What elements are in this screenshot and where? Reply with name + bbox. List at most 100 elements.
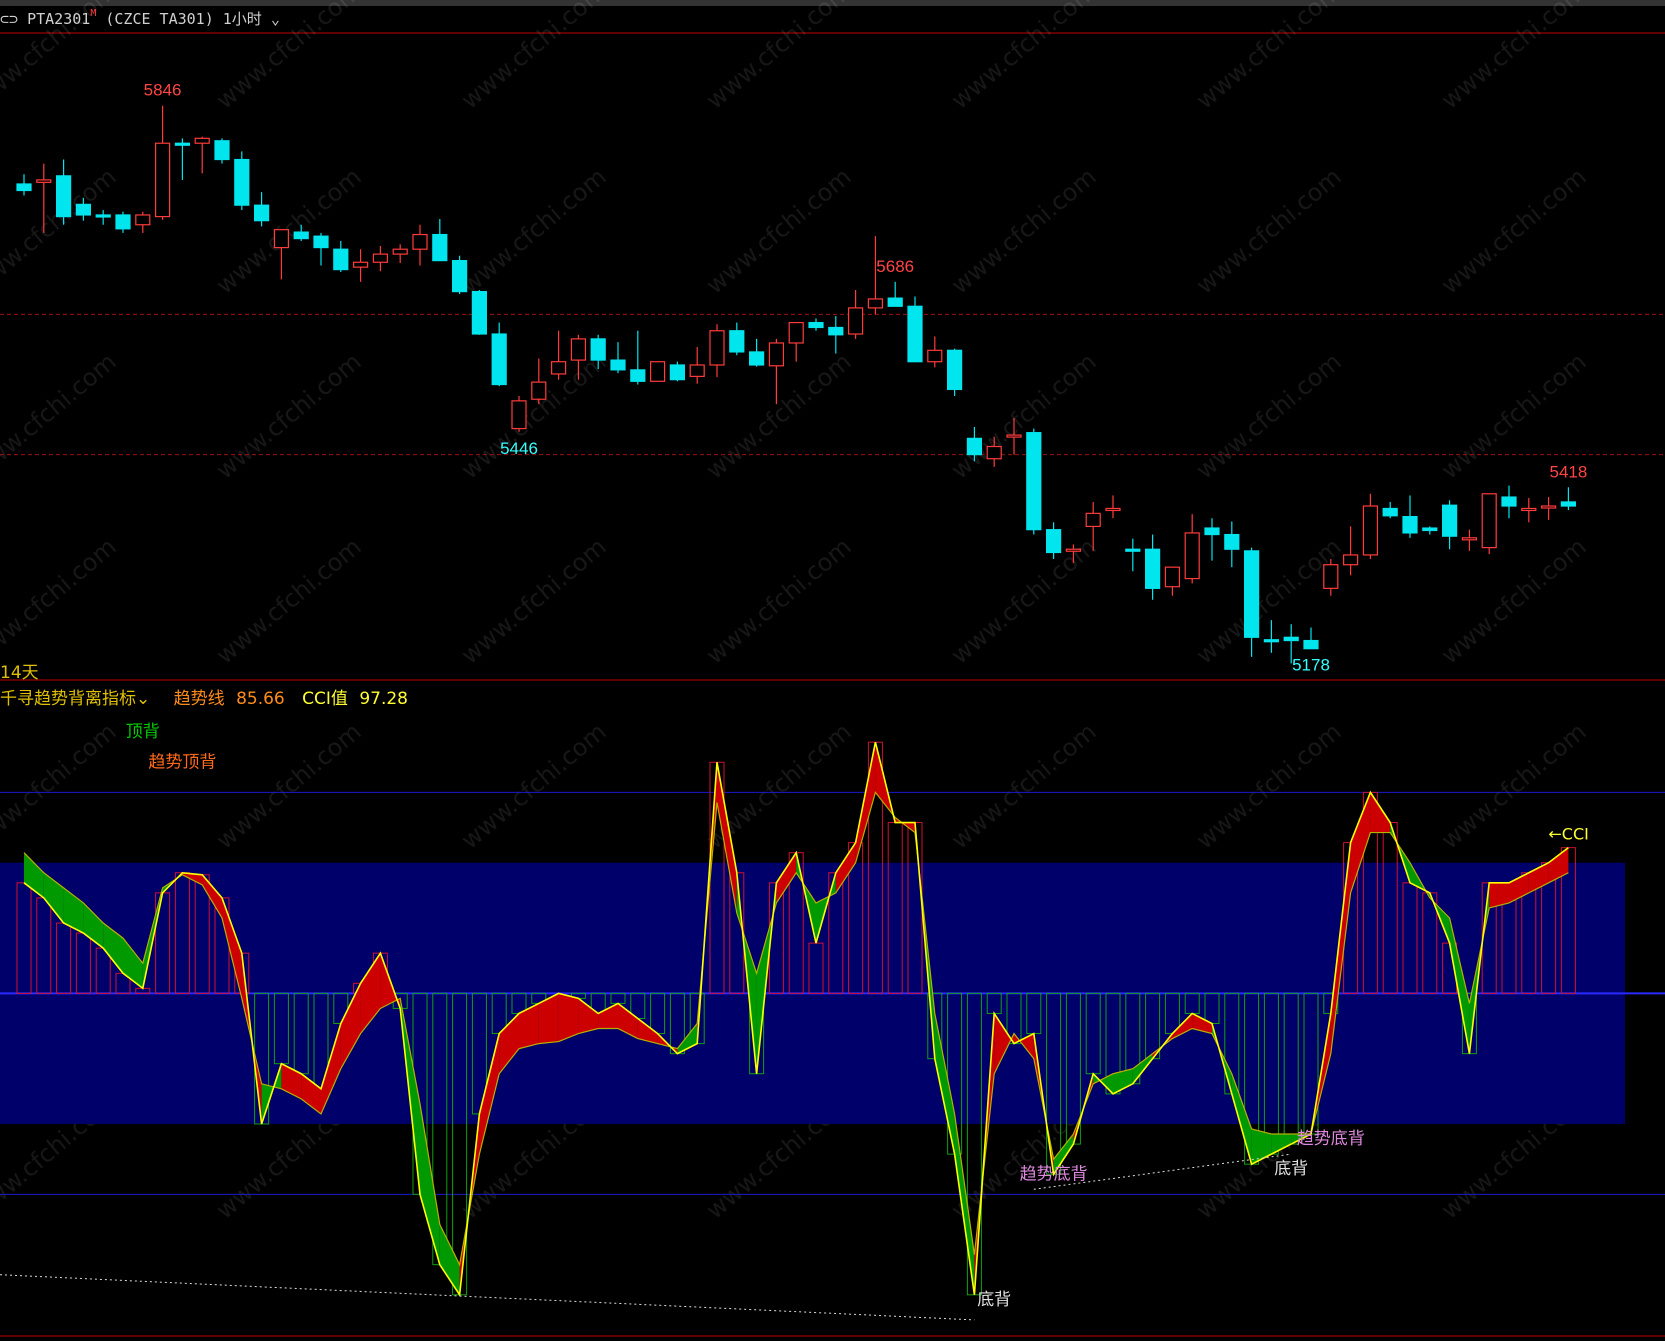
watermark-text: www.cfchi.com (946, 532, 1102, 669)
watermark-text: www.cfchi.com (0, 532, 122, 669)
watermark-text: www.cfchi.com (456, 347, 612, 484)
divergence-signal-label: 底背 (1274, 1159, 1308, 1179)
candle-down (1382, 507, 1398, 517)
candle-down (1204, 527, 1220, 536)
candle-down (174, 142, 190, 146)
candle-up (372, 253, 388, 263)
watermark-text: www.cfchi.com (1191, 0, 1347, 115)
watermark-text: www.cfchi.com (456, 532, 612, 669)
chart-canvas: www.cfchi.com www.cfchi.com www.cfchi.com w… (0, 0, 1665, 1337)
candle-down (966, 437, 983, 456)
candle-down (254, 204, 270, 222)
divergence-signal-label: 底背 (977, 1290, 1011, 1310)
divergence-signal-label: 趋势顶背 (148, 752, 216, 772)
candle-down (1501, 496, 1517, 507)
candle-up (353, 261, 369, 268)
candle-up (194, 137, 210, 144)
candle-up (1461, 537, 1478, 541)
watermark-text: www.cfchi.com (1191, 717, 1347, 854)
candle-down (1303, 639, 1319, 650)
price-extreme-label: 5178 (1292, 656, 1330, 675)
candle-up (570, 338, 587, 361)
price-extreme-label: 5846 (144, 81, 182, 100)
watermark-text: www.cfchi.com (701, 162, 857, 299)
candle-up (847, 307, 864, 335)
symbol-title[interactable]: ⊂⊃ PTA2301M (CZCE TA301) 1小时 ⌄ (0, 8, 280, 29)
candle-up (550, 361, 567, 375)
candle-down (471, 291, 487, 335)
candle-down (1125, 548, 1141, 552)
candle-down (1045, 529, 1062, 554)
chevron-down-icon: ⌄ (261, 10, 280, 28)
watermark-text: www.cfchi.com (456, 0, 612, 115)
candle-down (1026, 432, 1042, 531)
indicator-legend[interactable]: 千寻趋势背离指标⌄ 趋势线 85.66 CCI值 97.28 (0, 684, 408, 709)
candle-down (16, 183, 32, 192)
candle-up (273, 229, 289, 249)
candle-down (1422, 527, 1438, 532)
candle-up (155, 142, 171, 218)
candle-down (630, 369, 646, 382)
candle-up (927, 349, 943, 363)
candle-up (1362, 505, 1379, 556)
watermark-text: www.cfchi.com (701, 532, 857, 669)
candle-down (214, 140, 230, 161)
candle-down (452, 260, 468, 293)
candle-down (808, 321, 824, 329)
candle-down (234, 158, 250, 206)
candle-up (1540, 505, 1557, 509)
candle-down (1224, 533, 1240, 550)
watermark-text: www.cfchi.com (211, 532, 367, 669)
candle-up (1184, 532, 1200, 580)
divergence-signal-label: 顶背 (126, 722, 160, 742)
candle-down (729, 330, 745, 353)
candle-up (986, 445, 1002, 460)
candle-down (313, 235, 329, 249)
candle-down (293, 231, 309, 240)
watermark-text: www.cfchi.com (456, 162, 612, 299)
watermark-text: www.cfchi.com (946, 162, 1102, 299)
candle-up (135, 214, 151, 226)
chevron-down-icon[interactable]: ⌄ (136, 689, 150, 709)
candle-up (1085, 512, 1101, 528)
candle-down (432, 233, 448, 262)
candle-up (511, 400, 527, 430)
watermark-text: www.cfchi.com (456, 717, 612, 854)
candle-down (946, 349, 963, 391)
trend-line-value: 85.66 (236, 689, 285, 709)
candle-down (75, 203, 92, 216)
watermark-text: www.cfchi.com (701, 0, 857, 115)
candle-up (1342, 554, 1359, 566)
symbol-code: PTA2301 (27, 10, 91, 28)
candle-up (649, 361, 666, 382)
watermark-text: www.cfchi.com (1191, 532, 1347, 669)
candle-up (1065, 548, 1082, 552)
watermark-text: www.cfchi.com (701, 347, 857, 484)
cci-label: CCI值 (302, 689, 348, 709)
price-extreme-label: 5446 (500, 439, 538, 458)
cci-arrow-label: ←CCI (1548, 825, 1588, 844)
candle-down (1243, 550, 1260, 638)
indicator-name[interactable]: 千寻趋势背离指标 (0, 689, 136, 709)
candle-down (669, 364, 686, 381)
candle-up (1164, 566, 1181, 588)
candle-down (1263, 639, 1280, 643)
candle-up (531, 381, 547, 400)
candle-down (1402, 516, 1418, 534)
candle-up (788, 321, 804, 344)
divergence-line (0, 1274, 975, 1321)
candle-up (1006, 434, 1022, 438)
period-selector[interactable]: 1小时 ⌄ (223, 10, 280, 28)
watermark-text: www.cfchi.com (946, 0, 1102, 115)
candle-up (709, 330, 725, 366)
watermark-text: www.cfchi.com (1436, 0, 1592, 115)
watermark-text: www.cfchi.com (1191, 347, 1347, 484)
candle-down (1144, 548, 1161, 589)
watermark-text: www.cfchi.com (1436, 532, 1592, 669)
price-extreme-label: 5418 (1549, 462, 1587, 481)
trend-fill-segment (420, 1103, 440, 1265)
candle-up (392, 248, 408, 255)
candle-down (1283, 636, 1299, 642)
candle-down (907, 305, 923, 363)
candle-down (887, 297, 903, 307)
